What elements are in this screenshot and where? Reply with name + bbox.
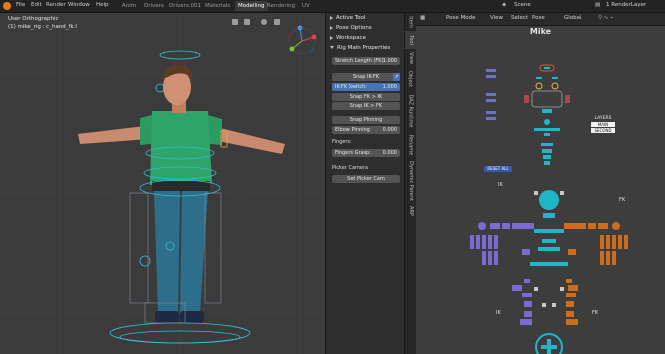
picker-canvas [470,64,628,354]
panel-rig-main-properties[interactable]: Rig Main Properties [330,44,402,53]
picker-camera-label: Picker Camera [332,165,369,171]
ik-label-bottom: IK [496,310,501,316]
panel-active-tool[interactable]: Active Tool [330,14,402,23]
tab-daz-runtime[interactable]: DAZ Runtime [405,91,416,131]
picker-spine-controls[interactable] [530,190,568,354]
reset-all-button[interactable]: RESET ALL [484,166,512,172]
tab-modelling[interactable]: Modelling [235,1,268,11]
collapsed-triangle-icon [330,35,333,40]
scene-icon: ◈ [502,2,507,8]
pin-icon[interactable]: ↗ [393,73,400,81]
expanded-triangle-icon [330,46,334,49]
scene-selector[interactable]: Scene [514,2,531,8]
menu-file[interactable]: File [16,2,25,8]
layers-title: LAYERS [594,116,612,121]
tab-drivers-001[interactable]: Drivers.001 [169,1,201,11]
tab-drivers[interactable]: Drivers [144,1,164,11]
blender-logo-icon[interactable] [3,2,11,10]
picker-head-controls[interactable] [524,64,570,165]
picker-face-controls-left[interactable] [486,69,496,120]
layer-second-button[interactable]: SECOND [591,128,615,133]
elbow-pinning-field[interactable]: Elbow Pinning 0.000 [332,126,400,134]
sidebar-panel: Active Tool Pose Options Workspace Rig M… [325,13,405,354]
view-name: User Orthographic [8,16,59,22]
tab-rename[interactable]: Rename [405,131,416,159]
layer-main-button[interactable]: MAIN [591,122,615,127]
viewport-tool-icons[interactable] [232,19,280,25]
ik-fk-switch-field[interactable]: IK-FK Switch: 1.000 [332,83,400,91]
fk-label-bottom: FK [592,310,599,316]
layers-box: LAYERS MAIN SECOND [591,116,615,133]
fk-label-right: FK [619,197,626,203]
snap-ik-to-fk-button[interactable]: Snap IK > FK [332,102,400,110]
snap-ik-fk-button[interactable]: Snap IK-FK [332,73,400,81]
menu-render[interactable]: Render [46,2,66,8]
menu-help[interactable]: Help [96,2,109,8]
tab-item[interactable]: Item [405,13,416,31]
object-info: (1) mike_rig : c_hand_fk.l [8,24,77,30]
tab-arp[interactable]: ARP [405,203,416,219]
tab-uv[interactable]: UV [302,1,310,11]
fingers-grasp-field[interactable]: Fingers Grasp: 0.000 [332,149,400,157]
picker-ik-arm-controls[interactable] [470,222,534,325]
render-layer-selector[interactable]: 1 RenderLayer [606,2,646,8]
3d-viewport[interactable]: User Orthographic (1) mike_rig : c_hand_… [0,13,325,354]
tab-rendering[interactable]: Rendering [267,1,295,11]
snap-pinning-button[interactable]: Snap Pinning [332,116,400,124]
tab-tool[interactable]: Tool [405,31,416,49]
tab-dynamic-parent[interactable]: Dynamic Parent [405,159,416,203]
tab-anim[interactable]: Anim [122,1,136,11]
character-model[interactable] [78,64,285,323]
tab-materials[interactable]: Materials [205,1,230,11]
collapsed-triangle-icon [330,25,333,30]
menu-window[interactable]: Window [68,2,90,8]
stretch-length-field[interactable]: Stretch Length (FK): 1.000 [332,57,400,65]
sidebar-tabs: Item Tool View Object DAZ Runtime Rename… [404,13,416,354]
top-menu-bar: File Edit Render Window Help Anim Driver… [0,0,665,13]
render-layer-icon: ▤ [595,2,601,8]
viewport-canvas [0,13,325,354]
tab-object[interactable]: Object [405,67,416,91]
panel-pose-options[interactable]: Pose Options [330,24,402,33]
picker-view[interactable]: ▦ Pose Mode View Select Pose Global ⚲ ∿ … [416,13,665,354]
snap-fk-ik-button[interactable]: Snap FK > IK [332,93,400,101]
navigation-gizmo[interactable] [288,25,317,55]
ik-label-left: IK [498,182,503,188]
panel-workspace[interactable]: Workspace [330,34,402,43]
menu-edit[interactable]: Edit [31,2,42,8]
fingers-label: Fingers: [332,139,352,145]
collapsed-triangle-icon [330,15,333,20]
tab-view[interactable]: View [405,49,416,67]
set-picker-cam-button[interactable]: Set Picker Cam [332,175,400,183]
